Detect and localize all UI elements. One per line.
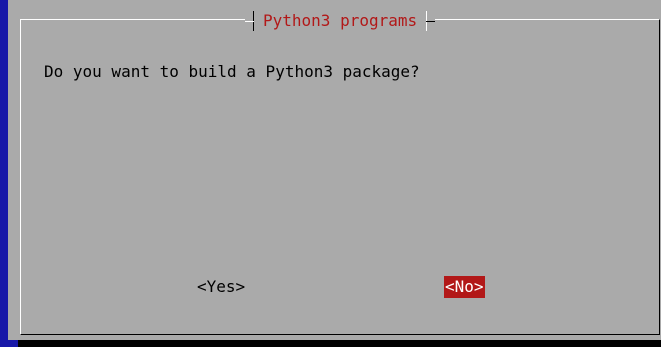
yes-button[interactable]: <Yes> [196, 276, 246, 298]
title-bracket-right [426, 11, 436, 31]
dialog-title-bar: Python3 programs [245, 9, 436, 33]
dialog-shadow [18, 340, 661, 347]
dialog-title: Python3 programs [263, 11, 418, 30]
dialog-box: Python3 programs Do you want to build a … [8, 0, 661, 340]
terminal-screen: Python3 programs Do you want to build a … [0, 0, 661, 347]
no-button[interactable]: <No> [444, 276, 485, 298]
title-bracket-left [245, 11, 254, 31]
dialog-message: Do you want to build a Python3 package? [44, 62, 420, 81]
